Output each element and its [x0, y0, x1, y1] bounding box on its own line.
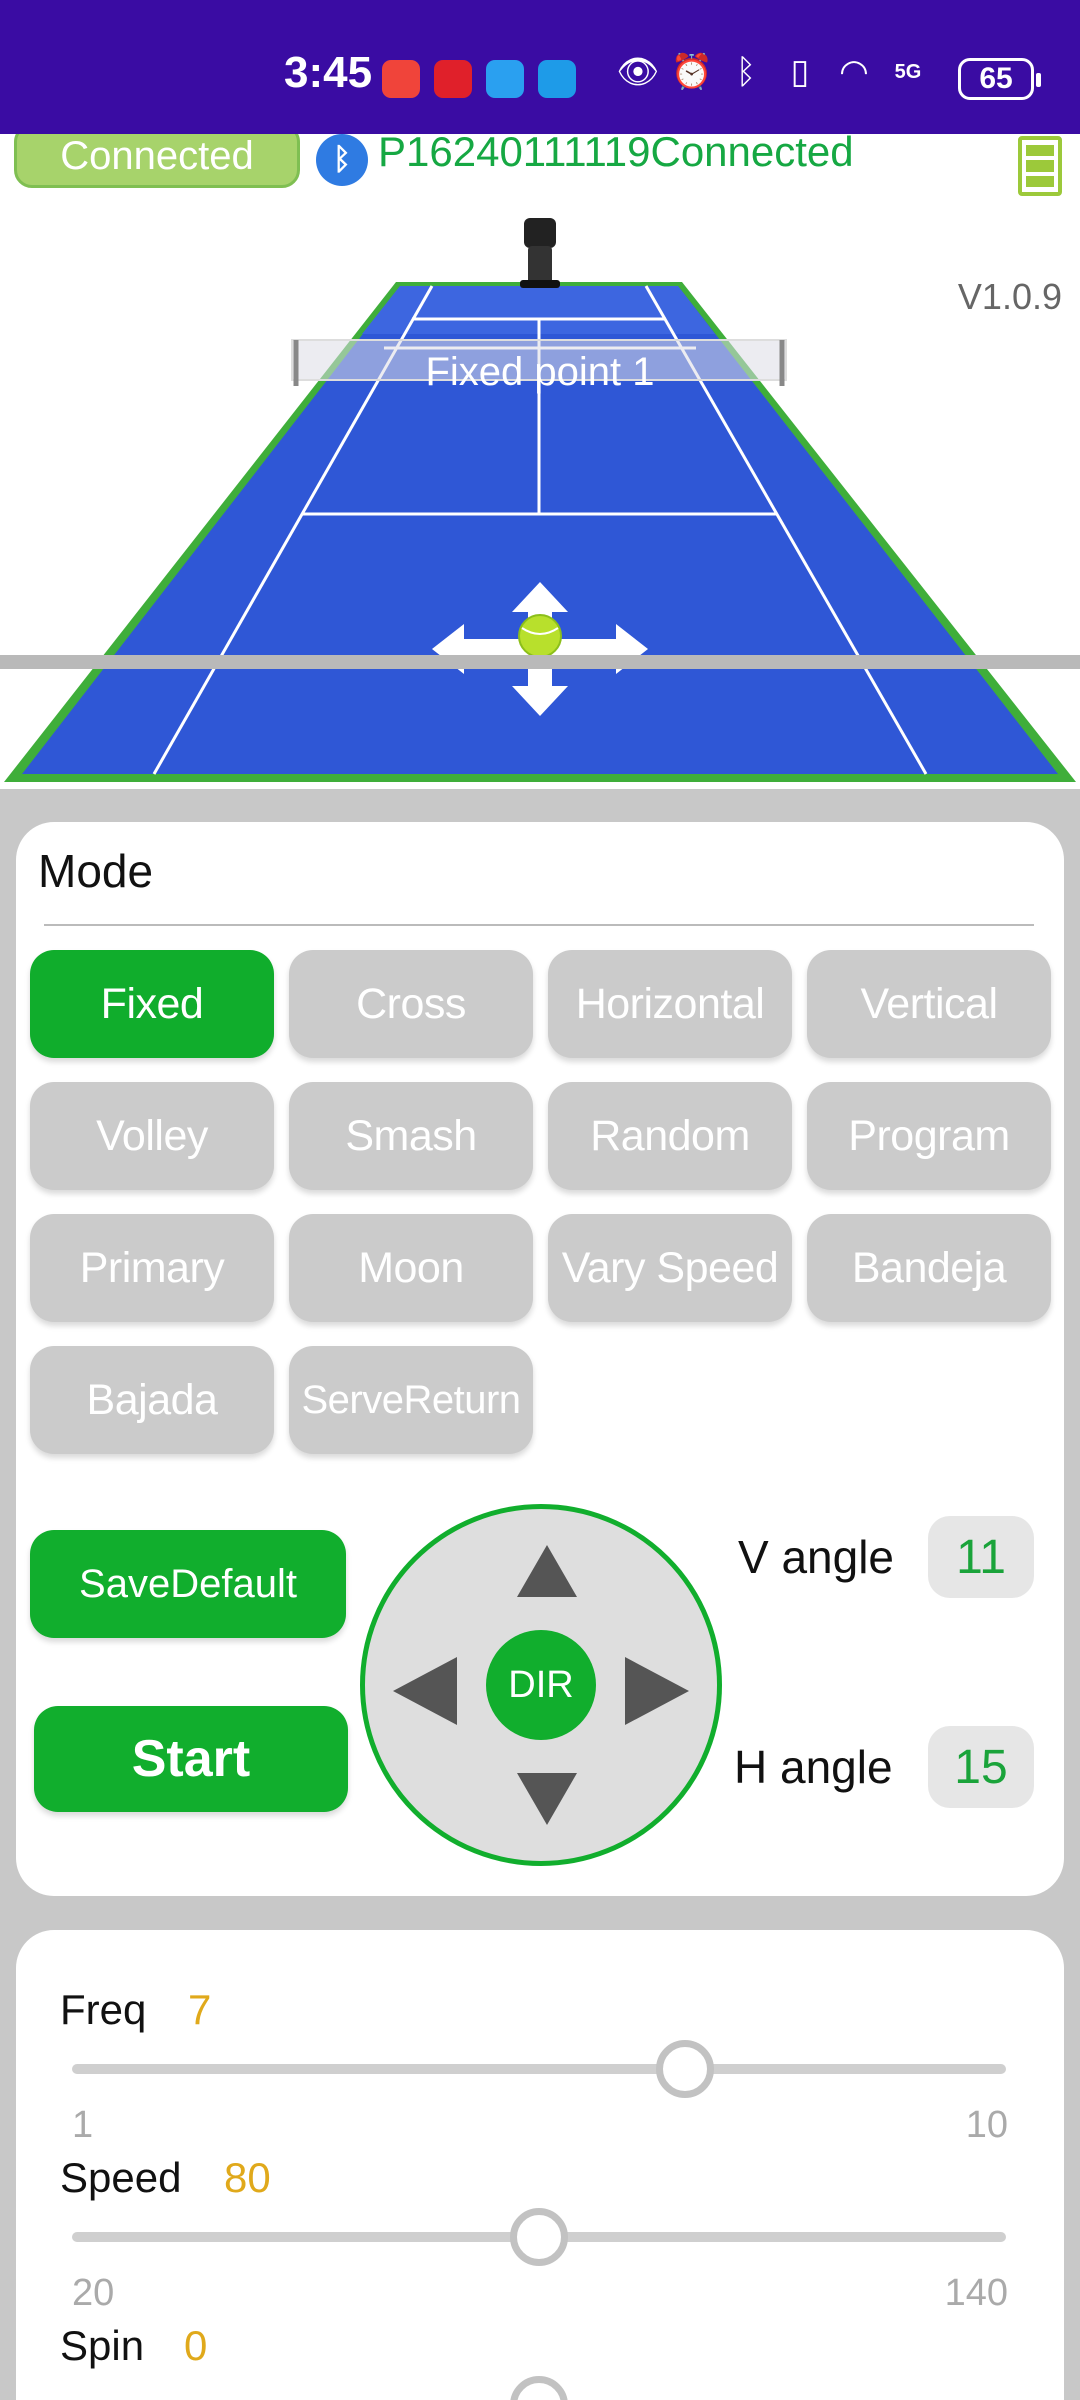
mode-horizontal-button[interactable]: Horizontal — [548, 950, 792, 1058]
court-area[interactable]: Connected ᛒ P16240111119Connected V1.0.9… — [0, 134, 1080, 789]
start-button[interactable]: Start — [34, 1706, 348, 1812]
speed-value: 80 — [224, 2154, 271, 2201]
status-icons: 👁 ⏰ ᛒ ▯ ◠ 5G — [616, 52, 928, 92]
tennis-court[interactable] — [0, 134, 1080, 789]
court-point-label: Fixed point 1 — [425, 350, 655, 394]
arrow-right-icon[interactable] — [625, 1657, 689, 1725]
mode-fixed-button[interactable]: Fixed — [30, 950, 274, 1058]
mode-bajada-button[interactable]: Bajada — [30, 1346, 274, 1454]
signal-icon: 5G — [894, 60, 922, 83]
mode-random-button[interactable]: Random — [548, 1082, 792, 1190]
mode-bandeja-button[interactable]: Bandeja — [807, 1214, 1051, 1322]
connect-button[interactable]: Connected — [14, 134, 300, 188]
h-angle-label: H angle — [734, 1741, 893, 1793]
freq-min: 1 — [72, 2104, 94, 2146]
settings-card: Freq 7 1 10 Speed 80 20 140 Spin 0 — [16, 1930, 1064, 2400]
speed-label: Speed — [60, 2154, 182, 2201]
arrow-up-icon[interactable] — [517, 1545, 577, 1597]
bluetooth-icon: ᛒ — [316, 134, 368, 186]
freq-slider[interactable] — [72, 2040, 1006, 2098]
freq-max: 10 — [965, 2104, 1008, 2146]
bluetooth-icon: ᛒ — [735, 52, 757, 91]
wifi-icon: ◠ — [839, 53, 869, 91]
status-time: 3:45 — [284, 48, 373, 97]
vibrate-icon: ▯ — [790, 53, 810, 91]
mode-cross-button[interactable]: Cross — [289, 950, 533, 1058]
freq-label: Freq — [60, 1986, 147, 2033]
device-status: P16240111119Connected — [378, 134, 854, 175]
tennis-ball-icon[interactable] — [518, 614, 562, 658]
mode-vertical-button[interactable]: Vertical — [807, 950, 1051, 1058]
mode-primary-button[interactable]: Primary — [30, 1214, 274, 1322]
battery-indicator: 65 — [958, 58, 1041, 100]
arrow-down-icon[interactable] — [517, 1773, 577, 1825]
v-angle-label: V angle — [738, 1531, 895, 1583]
arrow-left-icon[interactable] — [393, 1657, 457, 1725]
alarm-icon: ⏰ — [670, 53, 714, 91]
mode-smash-button[interactable]: Smash — [289, 1082, 533, 1190]
status-bar: 3:45 👁 ⏰ ᛒ ▯ ◠ 5G 65 — [0, 0, 1080, 134]
shopping-app-icon — [382, 60, 420, 98]
spin-value: 0 — [184, 2322, 208, 2369]
speed-max: 140 — [944, 2272, 1008, 2314]
spin-slider-thumb[interactable] — [510, 2376, 568, 2400]
speed-slider[interactable] — [72, 2208, 1006, 2266]
message-app-icon — [486, 60, 524, 98]
mode-vary-speed-button[interactable]: Vary Speed — [548, 1214, 792, 1322]
divider — [44, 924, 1034, 926]
mode-moon-button[interactable]: Moon — [289, 1214, 533, 1322]
h-angle-value[interactable]: 15 — [928, 1726, 1034, 1808]
save-default-button[interactable]: SaveDefault — [30, 1530, 346, 1638]
speed-slider-thumb[interactable] — [510, 2208, 568, 2266]
mode-card: Mode Fixed Cross Horizontal Vertical Vol… — [16, 822, 1064, 1896]
freq-slider-thumb[interactable] — [656, 2040, 715, 2098]
freq-value: 7 — [188, 1986, 212, 2033]
device-battery-icon — [1018, 136, 1062, 196]
mode-servereturn-button[interactable]: ServeReturn — [289, 1346, 533, 1454]
version-label: V1.0.9 — [957, 276, 1062, 317]
v-angle-value[interactable]: 11 — [928, 1516, 1034, 1598]
news-app-icon — [434, 60, 472, 98]
mode-volley-button[interactable]: Volley — [30, 1082, 274, 1190]
ball-machine-icon — [520, 218, 560, 288]
mode-program-button[interactable]: Program — [807, 1082, 1051, 1190]
spin-label: Spin — [60, 2322, 145, 2369]
mode-title: Mode — [38, 845, 154, 897]
search-app-icon — [538, 60, 576, 98]
dir-button[interactable]: DIR — [486, 1630, 596, 1740]
speed-min: 20 — [72, 2272, 115, 2314]
eye-icon: 👁 — [616, 53, 660, 91]
direction-pad: DIR — [360, 1504, 722, 1866]
